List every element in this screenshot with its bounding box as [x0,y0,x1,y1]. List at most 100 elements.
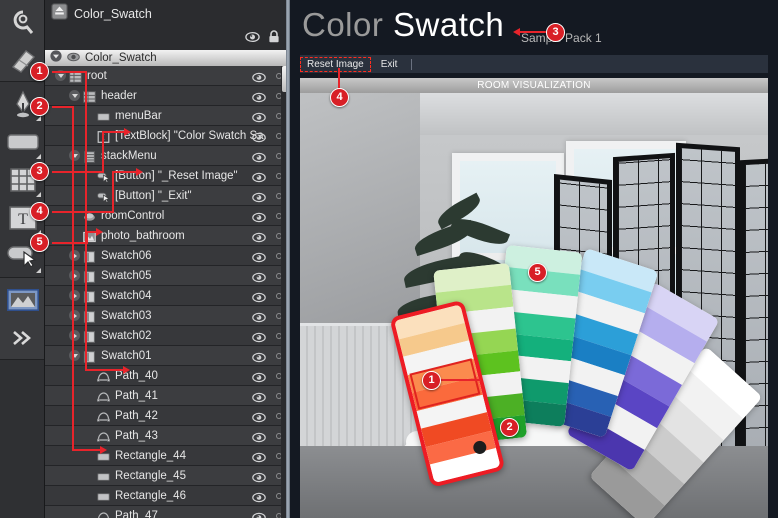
eye-icon[interactable] [252,510,266,518]
rectangle-tool[interactable] [0,123,45,161]
chevron-down-icon[interactable] [69,350,80,361]
tree-row[interactable]: Swatch03 [45,306,290,326]
callout-arrow-2 [100,446,107,454]
exit-button[interactable]: Exit [374,57,405,72]
callout-lead-5-h [52,242,88,244]
tree-row[interactable]: [Button] "_Exit" [45,186,290,206]
rect-icon [97,110,110,122]
tree-row-label: Swatch02 [101,329,152,342]
tree-row[interactable]: Path_47 [45,506,290,518]
tree-row-label: photo_bathroom [101,229,185,242]
export-icon [51,3,68,25]
chevron-right-icon[interactable] [69,290,80,301]
chevron-right-icon[interactable] [69,270,80,281]
photo-bathroom[interactable]: 5 1 2 [300,93,768,518]
callout-lead-3-v [102,131,104,173]
image-tool[interactable] [0,281,45,319]
callout-lead-2-v [72,106,74,450]
tree-row[interactable]: Swatch04 [45,286,290,306]
tree-row[interactable]: header [45,86,290,106]
app-window: T Color_Swatch Color_Swatch root header … [0,0,778,518]
chevron-right-icon[interactable] [69,250,80,261]
menu-divider [411,58,413,70]
tree-row[interactable]: [Button] "_Reset Image" [45,166,290,186]
tree-row-label: root [87,69,107,82]
tree-toggle-placeholder [83,370,94,381]
layers-panel: Color_Swatch Color_Swatch root header me… [45,0,290,518]
chevron-right-icon[interactable] [69,310,80,321]
tree-toggle-placeholder [83,390,94,401]
callout-badge-1: 1 [30,62,49,81]
callout-lead-1-h [52,71,87,73]
tree-row-label: Path_40 [115,369,158,382]
callout-arrow-4 [136,168,143,176]
callout-lead-4-h2 [112,171,136,173]
tool-expand-corner [36,154,41,159]
tree-row[interactable]: Swatch02 [45,326,290,346]
tree-row[interactable]: Rectangle_46 [45,486,290,506]
chevron-right-icon[interactable] [69,330,80,341]
callout-lead-4-h [52,211,114,213]
lock-icon[interactable] [268,30,280,48]
title-callout-lead [520,31,548,33]
tree-row-label: Path_47 [115,509,158,518]
reset-image-button[interactable]: Reset Image [300,56,371,72]
title-callout-arrow [513,28,520,36]
panel-tab[interactable]: Color_Swatch [45,0,290,28]
chevron-down-icon[interactable] [50,49,62,67]
tree-toggle-placeholder [83,510,94,518]
svg-text:T: T [18,211,28,228]
tree-row[interactable]: roomControl [45,206,290,226]
menu-bar: Reset Image Exit [300,55,768,73]
tree-toggle-placeholder [83,490,94,501]
magic-wand-tool[interactable] [0,3,45,41]
document-row[interactable]: Color_Swatch [45,50,290,66]
eye-icon[interactable] [245,30,260,48]
callout-lead-1-h2 [85,369,123,371]
callout-badge-5: 5 [30,233,49,252]
tree-row[interactable]: Swatch05 [45,266,290,286]
tree-row[interactable]: stackMenu [45,146,290,166]
callout-badge-3: 3 [30,162,49,181]
more-tools[interactable] [0,319,45,357]
tree-row[interactable]: Path_43 [45,426,290,446]
tree-row-label: stackMenu [101,149,157,162]
callout-lead-1-v [85,71,87,371]
tree-row-label: menuBar [115,109,162,122]
tree-row[interactable]: Rectangle_45 [45,466,290,486]
swatch-fan[interactable] [300,93,768,518]
tree-row-label: Path_41 [115,389,158,402]
tree-row-label: Swatch05 [101,269,152,282]
page-title: Color Swatch [302,6,504,44]
tree-row[interactable]: Swatch01 [45,346,290,366]
callout-lead-5-h2 [86,231,96,233]
callout-lead-3-h [52,171,104,173]
callout-lead-2-h [52,106,74,108]
room-visualization: ROOM VISUALIZATION 5 1 2 [300,78,768,518]
tree-row-label: Rectangle_45 [115,469,186,482]
tree-row[interactable]: menuBar [45,106,290,126]
tree-row-label: [TextBlock] "Color Swatch Sa. [115,129,267,142]
visibility-icon[interactable] [67,49,80,67]
tree-row[interactable]: I[TextBlock] "Color Swatch Sa. [45,126,290,146]
chevron-down-icon[interactable] [69,90,80,101]
callout-lead-4-v [112,171,114,213]
chevron-down-icon[interactable] [69,150,80,161]
callout-arrow-5 [96,228,103,236]
tree-row-label: Swatch04 [101,289,152,302]
tool-expand-corner [36,192,41,197]
rect-icon [97,470,110,482]
tree-row-label: Rectangle_44 [115,449,186,462]
tree-row[interactable]: Path_41 [45,386,290,406]
path-icon [96,410,111,422]
tree-row[interactable]: Swatch06 [45,246,290,266]
tree-row[interactable]: root [45,66,290,86]
stage-badge-1: 1 [422,371,441,390]
room-visualization-header: ROOM VISUALIZATION [300,78,768,93]
path-icon [97,510,110,518]
callout-lead-2-h2 [72,449,100,451]
tree-row[interactable]: Path_42 [45,406,290,426]
tree-row-label: Swatch01 [101,349,152,362]
tree-row[interactable]: Path_40 [45,366,290,386]
title-callout-badge: 3 [546,23,565,42]
